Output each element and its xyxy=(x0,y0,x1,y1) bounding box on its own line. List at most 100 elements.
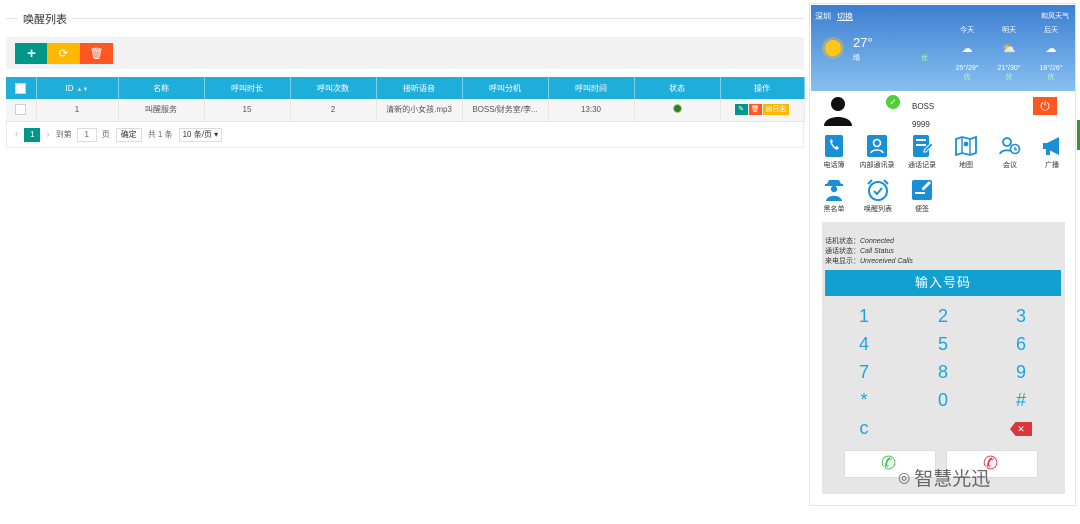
key-9[interactable]: 9 xyxy=(1001,362,1041,383)
weather-temp: 27° xyxy=(853,35,873,50)
table-row: 1 叫醒服务 15 2 清新的小女孩.mp3 BOSS/财务室/李... 13:… xyxy=(6,99,805,122)
weather-source-link[interactable]: 和风天气 xyxy=(1041,11,1069,21)
forecast-day-label: 后天 xyxy=(1044,27,1058,34)
app-label: 会议 xyxy=(1003,162,1017,169)
broadcast-icon xyxy=(1043,137,1059,155)
goto-confirm-button[interactable]: 确定 xyxy=(115,127,142,142)
refresh-button[interactable]: ⟳ xyxy=(47,43,80,64)
partly-cloudy-icon: ⛅ xyxy=(1002,43,1016,55)
app-note[interactable]: 便签 xyxy=(902,178,942,214)
forecast-tomorrow: 明天 ⛅ 21°/30° 优 xyxy=(989,25,1029,82)
edit-row-button[interactable]: ✎ xyxy=(734,104,748,116)
call-state-label: 通话状态： xyxy=(825,248,860,255)
contacts-icon xyxy=(867,135,887,157)
delete-button[interactable]: 🗑 xyxy=(80,43,113,64)
key-3[interactable]: 3 xyxy=(1001,306,1041,327)
weather-aqi: 优 xyxy=(921,55,928,62)
meeting-icon xyxy=(999,137,1021,155)
cell-count: 2 xyxy=(290,99,377,122)
row-checkbox[interactable] xyxy=(15,104,27,116)
forecast-aqi: 优 xyxy=(1005,74,1013,81)
key-star[interactable]: * xyxy=(844,390,884,411)
trash-icon: 🗑 xyxy=(89,48,104,60)
app-contacts[interactable]: 内部通讯录 xyxy=(857,134,897,170)
app-call-log[interactable]: 通话记录 xyxy=(902,134,942,170)
col-actions: 操作 xyxy=(720,77,805,99)
app-phonebook[interactable]: 电话簿 xyxy=(814,134,854,170)
avatar xyxy=(824,97,852,126)
clear-key[interactable]: c xyxy=(844,418,884,439)
user-name: BOSS xyxy=(912,102,935,111)
key-8[interactable]: 8 xyxy=(923,362,963,383)
col-id[interactable]: ID ▲▼ xyxy=(36,77,119,99)
cloud-icon: ☁ xyxy=(1045,43,1057,55)
app-alarm[interactable]: 唤醒列表 xyxy=(858,178,898,214)
phonebook-icon xyxy=(825,135,843,157)
wakeup-list-panel: 唤醒列表 + ⟳ 🗑 ID ▲▼ 名称 呼叫时长 呼叫次数 接听语音 呼叫分机 呼… xyxy=(0,0,808,524)
watermark-text: 智慧光迅 xyxy=(914,469,991,490)
map-icon xyxy=(955,135,977,157)
phone-state-value: Connected xyxy=(860,238,894,245)
key-7[interactable]: 7 xyxy=(844,362,884,383)
key-4[interactable]: 4 xyxy=(844,334,884,355)
next-page-icon[interactable]: › xyxy=(46,129,49,140)
delete-row-button[interactable]: 🗑 xyxy=(748,104,762,116)
key-0[interactable]: 0 xyxy=(923,390,963,411)
title-divider xyxy=(6,18,804,19)
app-label: 通话记录 xyxy=(908,162,936,169)
app-broadcast[interactable]: 广播 xyxy=(1032,134,1072,170)
key-2[interactable]: 2 xyxy=(923,306,963,327)
cell-ext: BOSS/财务室/李... xyxy=(462,99,549,122)
col-voice: 接听语音 xyxy=(376,77,463,99)
total-count: 共 1 条 xyxy=(147,130,173,139)
online-check-icon: ✓ xyxy=(886,95,900,109)
weather-switch-link[interactable]: 切换 xyxy=(837,11,853,22)
key-6[interactable]: 6 xyxy=(1001,334,1041,355)
key-5[interactable]: 5 xyxy=(923,334,963,355)
sort-icon[interactable]: ▲▼ xyxy=(77,87,89,93)
phone-panel: 深圳 切换 和风天气 27° 晴 优 今天 ☁ 25°/29° 优 明天 ⛅ 2… xyxy=(809,3,1076,506)
phone-state-label: 话机状态： xyxy=(825,238,860,245)
call-log-icon xyxy=(913,135,934,157)
trash-icon: 🗑 xyxy=(750,106,760,114)
cloud-icon: ☁ xyxy=(961,43,973,55)
page-size-select[interactable]: 10 条/页 ▾ xyxy=(178,127,223,142)
app-label: 电话簿 xyxy=(823,162,845,169)
backspace-icon[interactable]: ✕ xyxy=(1010,422,1032,436)
prev-page-icon[interactable]: ‹ xyxy=(15,129,18,140)
col-name: 名称 xyxy=(118,77,205,99)
alarm-icon xyxy=(867,179,889,201)
cell-voice: 清新的小女孩.mp3 xyxy=(376,99,463,122)
weather-widget: 深圳 切换 和风天气 27° 晴 优 今天 ☁ 25°/29° 优 明天 ⛅ 2… xyxy=(811,5,1075,91)
app-label: 内部通讯录 xyxy=(859,162,895,169)
key-hash[interactable]: # xyxy=(1001,390,1041,411)
app-label: 便签 xyxy=(915,206,929,213)
toolbar: + ⟳ 🗑 xyxy=(6,37,804,69)
page-title: 唤醒列表 xyxy=(18,11,72,27)
forecast-range: 25°/29° xyxy=(955,65,979,72)
page-size-value: 10 条/页 xyxy=(182,129,212,139)
goto-page-input[interactable]: 1 xyxy=(76,127,97,142)
power-icon: ⏻ xyxy=(1040,99,1050,113)
key-1[interactable]: 1 xyxy=(844,306,884,327)
app-label: 唤醒列表 xyxy=(864,206,892,213)
add-button[interactable]: + xyxy=(15,43,48,64)
col-count: 呼叫次数 xyxy=(290,77,377,99)
incoming-label: 来电显示： xyxy=(825,258,860,265)
phone-call-icon: ✆ xyxy=(881,453,897,473)
select-all-checkbox[interactable] xyxy=(15,82,27,94)
forecast-day-label: 明天 xyxy=(1002,27,1016,34)
col-duration: 呼叫时长 xyxy=(204,77,291,99)
power-button[interactable]: ⏻ xyxy=(1033,97,1057,115)
number-input[interactable]: 输入号码 xyxy=(825,270,1061,296)
chevron-down-icon: ▾ xyxy=(214,129,219,139)
app-map[interactable]: 地图 xyxy=(946,134,986,170)
wakeup-table: ID ▲▼ 名称 呼叫时长 呼叫次数 接听语音 呼叫分机 呼叫时间 状态 操作 1… xyxy=(6,77,805,122)
forecast-day-after: 后天 ☁ 18°/26° 优 xyxy=(1031,25,1071,82)
col-status: 状态 xyxy=(634,77,721,99)
page-current[interactable]: 1 xyxy=(24,127,41,142)
table-header-row: ID ▲▼ 名称 呼叫时长 呼叫次数 接听语音 呼叫分机 呼叫时间 状态 操作 xyxy=(6,77,805,99)
app-blacklist[interactable]: 黑名单 xyxy=(814,178,854,214)
app-meeting[interactable]: 会议 xyxy=(990,134,1030,170)
log-row-button[interactable]: ▤日志 xyxy=(762,104,790,116)
